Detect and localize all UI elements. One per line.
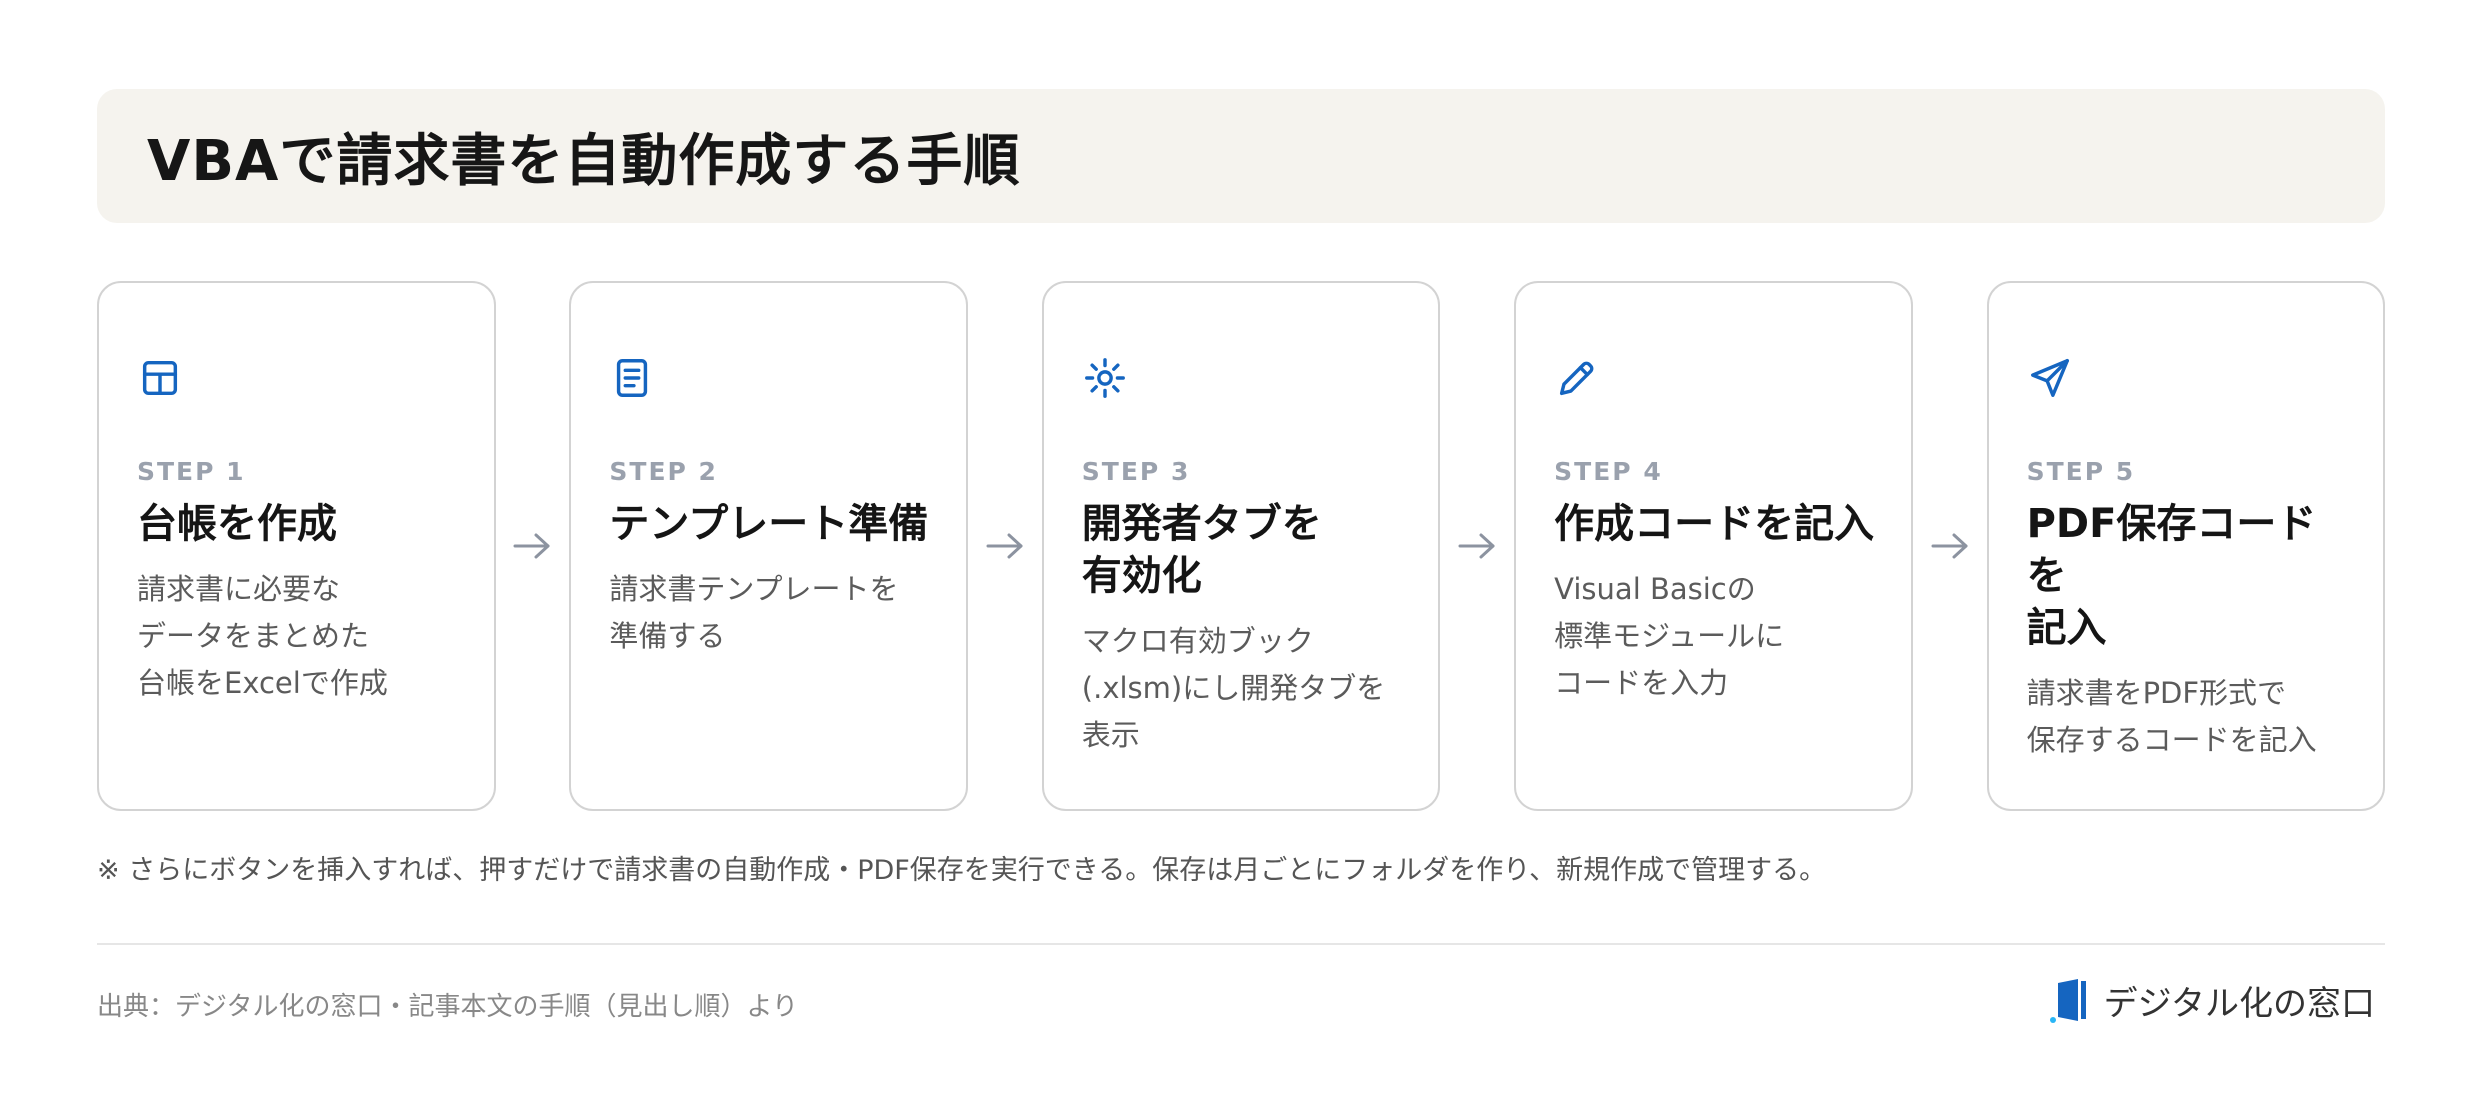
step-label: STEP 3 bbox=[1081, 457, 1191, 486]
send-icon bbox=[2027, 355, 2073, 401]
arrow-right-icon bbox=[968, 281, 1042, 811]
step-card-3: STEP 3 開発者タブを 有効化 マクロ有効ブック (.xlsm)にし開発タブ… bbox=[1041, 281, 1441, 811]
title-band: VBAで請求書を自動作成する手順 bbox=[97, 89, 2385, 223]
step-label: STEP 2 bbox=[609, 457, 718, 486]
step-heading: 台帳を作成 bbox=[137, 501, 337, 547]
step-heading: 開発者タブを 有効化 bbox=[1081, 501, 1322, 599]
step-label: STEP 4 bbox=[1554, 457, 1663, 486]
document-icon bbox=[609, 355, 655, 401]
table-icon bbox=[137, 355, 183, 401]
page-title: VBAで請求書を自動作成する手順 bbox=[147, 128, 1021, 194]
step-label: STEP 5 bbox=[2026, 457, 2136, 486]
divider bbox=[97, 943, 2385, 945]
pencil-icon bbox=[1554, 355, 1600, 401]
brand-name: デジタル化の窓口 bbox=[2103, 984, 2375, 1024]
step-description: マクロ有効ブック (.xlsm)にし開発タブを 表示 bbox=[1081, 624, 1386, 752]
gear-icon bbox=[1082, 355, 1128, 401]
infographic: VBAで請求書を自動作成する手順 STEP 1 台帳を作成 請求書に必要な デー… bbox=[0, 0, 2480, 1116]
arrow-right-icon bbox=[496, 281, 570, 811]
steps-row: STEP 1 台帳を作成 請求書に必要な データをまとめた 台帳をExcelで作… bbox=[97, 281, 2386, 811]
step-heading: テンプレート準備 bbox=[609, 501, 929, 547]
step-description: 請求書テンプレートを 準備する bbox=[609, 572, 899, 653]
step-card-1: STEP 1 台帳を作成 請求書に必要な データをまとめた 台帳をExcelで作… bbox=[97, 281, 496, 811]
footnote: ※ さらにボタンを挿入すれば、押すだけで請求書の自動作成・PDF保存を実行できる… bbox=[97, 855, 1827, 886]
brand-logo-icon bbox=[2048, 977, 2090, 1025]
step-card-2: STEP 2 テンプレート準備 請求書テンプレートを 準備する bbox=[569, 281, 968, 811]
arrow-right-icon bbox=[1913, 281, 1987, 811]
brand: デジタル化の窓口 bbox=[2048, 976, 2375, 1025]
step-description: 請求書をPDF形式で 保存するコードを記入 bbox=[2026, 676, 2317, 757]
source-credit: 出典：デジタル化の窓口・記事本文の手順（見出し順）より bbox=[97, 992, 798, 1022]
step-card-5: STEP 5 PDF保存コードを 記入 請求書をPDF形式で 保存するコードを記… bbox=[1986, 281, 2386, 811]
step-label: STEP 1 bbox=[137, 457, 246, 486]
step-heading: 作成コードを記入 bbox=[1554, 501, 1875, 547]
arrow-right-icon bbox=[1440, 281, 1514, 811]
step-description: Visual Basicの 標準モジュールに コードを入力 bbox=[1554, 572, 1785, 700]
step-card-4: STEP 4 作成コードを記入 Visual Basicの 標準モジュールに コ… bbox=[1514, 281, 1913, 811]
step-description: 請求書に必要な データをまとめた 台帳をExcelで作成 bbox=[137, 572, 388, 700]
step-heading: PDF保存コードを 記入 bbox=[2026, 501, 2317, 651]
